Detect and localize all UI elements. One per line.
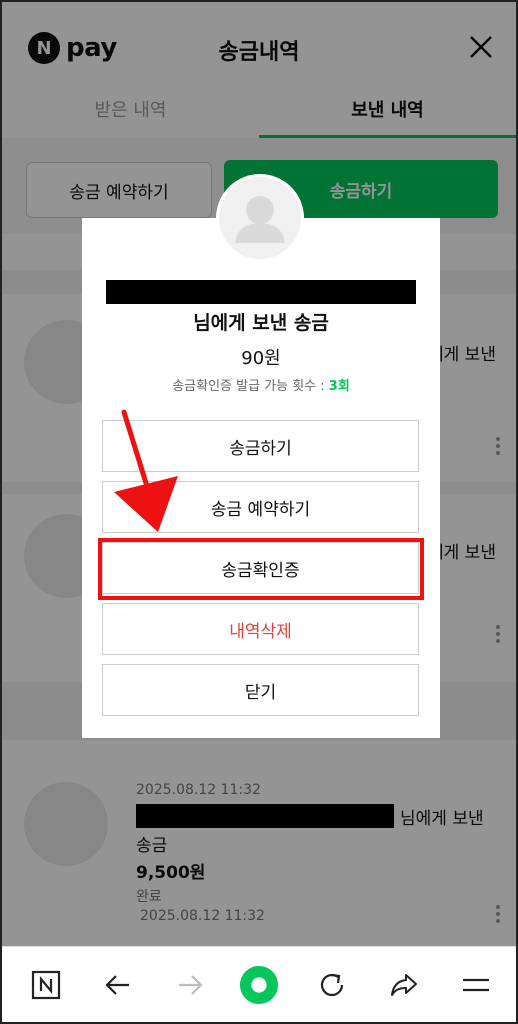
menu-button[interactable] [456,965,496,1005]
certificate-button[interactable]: 송금확인증 [102,542,419,594]
arrow-right-icon [179,975,203,995]
refresh-button[interactable] [312,965,352,1005]
browser-bottom-nav [2,946,516,1022]
arrow-left-icon [105,975,129,995]
redacted-recipient-name [106,280,416,304]
refresh-icon [320,973,344,997]
red-arrow-icon [114,409,178,532]
hamburger-menu-icon [463,978,489,992]
green-dot-button[interactable] [239,965,279,1005]
certificate-count-value: 3회 [328,379,350,394]
green-dot-icon [239,965,279,1005]
share-icon [391,974,417,996]
modal-close-button[interactable]: 닫기 [102,664,419,716]
modal-amount: 90원 [241,348,281,369]
certificate-count-text: 송금확인증 발급 가능 횟수 : 3회 [82,375,440,394]
app-frame: N pay 송금내역 받은 내역 보낸 내역 송금 예약하기 송금하기 에게 보… [0,0,518,1024]
delete-history-button[interactable]: 내역삭제 [102,603,419,655]
certificate-count-label: 송금확인증 발급 가능 횟수 : [172,379,329,394]
back-button[interactable] [98,965,138,1005]
forward-button[interactable] [170,965,210,1005]
recipient-avatar [216,174,304,262]
share-button[interactable] [384,965,424,1005]
person-icon [235,196,285,243]
modal-title: 님에게 보낸 송금 [193,312,329,334]
naver-home-button[interactable] [26,965,66,1005]
naver-n-icon [31,970,61,1000]
